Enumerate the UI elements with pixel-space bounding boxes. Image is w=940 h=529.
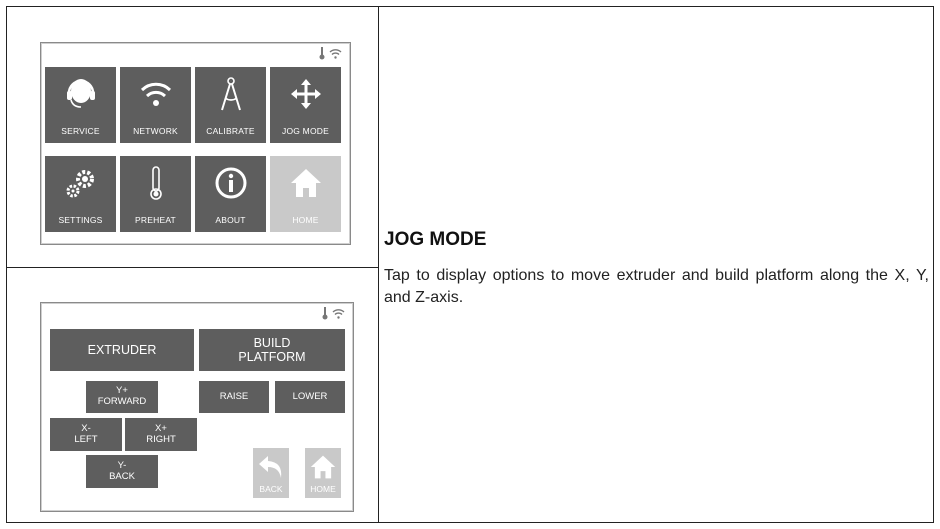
tile-jog-mode[interactable]: JOG MODE xyxy=(270,67,341,143)
section-description: Tap to display options to move extruder … xyxy=(384,267,929,306)
home-label: HOME xyxy=(310,484,336,494)
gears-icon xyxy=(66,170,94,198)
jog-mode-screen: EXTRUDER BUILD PLATFORM Y+ FORWARD X- LE… xyxy=(40,302,354,512)
lower-button[interactable]: LOWER xyxy=(275,381,345,413)
tile-label: SETTINGS xyxy=(58,215,103,225)
home-button[interactable]: HOME xyxy=(305,448,341,498)
wifi-status-icon xyxy=(332,309,345,319)
tile-calibrate[interactable]: CALIBRATE xyxy=(195,67,266,143)
extruder-button[interactable]: EXTRUDER xyxy=(50,329,194,371)
tile-home[interactable]: HOME xyxy=(270,156,341,232)
y-forward-label: Y+ FORWARD xyxy=(97,385,147,407)
thermometer-status-icon xyxy=(319,47,325,60)
tile-about[interactable]: ABOUT xyxy=(195,156,266,232)
tile-label: JOG MODE xyxy=(282,126,329,136)
wifi-status-icon xyxy=(329,49,342,59)
tile-label: PREHEAT xyxy=(135,215,176,225)
tile-preheat[interactable]: PREHEAT xyxy=(120,156,191,232)
back-arrow-icon xyxy=(259,456,282,478)
status-bar xyxy=(319,47,342,60)
x-right-button[interactable]: X+ RIGHT xyxy=(125,418,197,451)
wifi-icon xyxy=(140,82,171,106)
info-icon xyxy=(215,167,246,199)
y-back-button[interactable]: Y- BACK xyxy=(86,455,158,488)
home-icon xyxy=(290,169,321,197)
build-platform-label: BUILD PLATFORM xyxy=(238,335,306,364)
x-left-label: X- LEFT xyxy=(74,422,98,445)
tile-network[interactable]: NETWORK xyxy=(120,67,191,143)
headset-icon xyxy=(66,79,95,108)
x-right-label: X+ RIGHT xyxy=(146,422,176,445)
tile-label: ABOUT xyxy=(215,215,246,225)
extruder-label: EXTRUDER xyxy=(87,342,157,357)
y-forward-button[interactable]: Y+ FORWARD xyxy=(86,381,158,413)
menu-screen: SERVICE NETWORK CALIBRATE JOG MODE SETTI… xyxy=(40,42,351,245)
build-platform-button[interactable]: BUILD PLATFORM xyxy=(199,329,345,371)
compass-icon xyxy=(220,77,241,111)
tile-label: SERVICE xyxy=(61,126,100,136)
back-button[interactable]: BACK xyxy=(253,448,289,498)
move-arrows-icon xyxy=(290,79,321,109)
lower-label: LOWER xyxy=(292,390,328,402)
tile-label: NETWORK xyxy=(133,126,178,136)
thermometer-icon xyxy=(149,166,162,200)
row-divider xyxy=(6,267,379,268)
back-label: BACK xyxy=(259,484,283,494)
raise-button[interactable]: RAISE xyxy=(199,381,269,413)
tile-label: HOME xyxy=(292,215,319,225)
column-divider xyxy=(378,6,379,523)
status-bar xyxy=(322,307,345,320)
tile-service[interactable]: SERVICE xyxy=(45,67,116,143)
tile-settings[interactable]: SETTINGS xyxy=(45,156,116,232)
thermometer-status-icon xyxy=(322,307,328,320)
section-heading: JOG MODE xyxy=(384,229,487,250)
x-left-button[interactable]: X- LEFT xyxy=(50,418,122,451)
tile-label: CALIBRATE xyxy=(206,126,255,136)
raise-label: RAISE xyxy=(219,390,249,402)
home-icon xyxy=(310,455,336,479)
y-back-label: Y- BACK xyxy=(109,459,135,482)
